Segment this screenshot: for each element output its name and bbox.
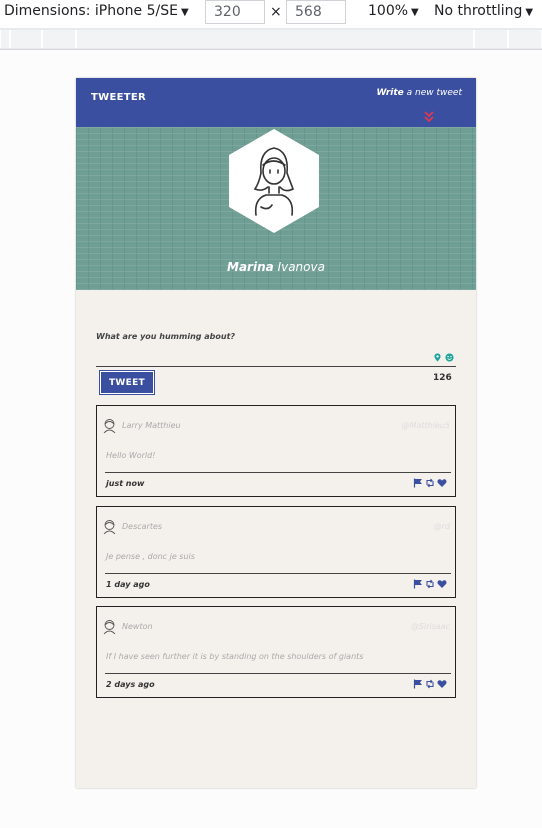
retweet-icon[interactable] [425,679,435,689]
tweet-author-handle[interactable]: @Matthieu5 [402,421,450,430]
tweet-author-handle[interactable]: @rd [434,522,450,531]
tweet-actions [413,679,447,689]
media-query-ruler[interactable] [0,28,542,50]
tweet-timestamp: 2 days ago [106,680,155,689]
height-input[interactable]: 568 [286,0,346,24]
zoom-dropdown[interactable]: 100% ▼ [368,3,419,19]
zoom-label: 100% [368,3,409,19]
user-avatar-icon [103,419,116,434]
tweet-divider [105,673,451,674]
map-pin-icon[interactable] [433,353,442,362]
brand-logo[interactable]: TWEETER [91,92,146,103]
devtools-toolbar: Dimensions: iPhone 5/SE ▼ 320 × 568 100% ▼… [0,0,542,28]
compose-tools [433,353,455,363]
tweet-card: Descartes @rd Je pense , donc je suis 1 … [96,506,456,598]
user-avatar-icon [103,620,116,635]
ruler-segment[interactable] [0,30,10,48]
ruler-segment[interactable] [508,30,542,48]
tweet-card: Newton @Sirisaac If I have seen further … [96,606,456,698]
device-dropdown-label: Dimensions: iPhone 5/SE [4,3,178,19]
width-input[interactable]: 320 [205,0,265,24]
flag-icon[interactable] [413,679,423,689]
caret-down-icon: ▼ [525,7,534,18]
navbar: TWEETER Write a new tweet [76,78,476,127]
tweet-author-handle[interactable]: @Sirisaac [411,622,450,631]
tweet-timestamp: just now [106,479,145,488]
device-viewport: TWEETER Write a new tweet Marina Ivanova… [76,78,476,788]
tweet-text: Hello World! [106,451,156,460]
profile-name: Marina Ivanova [76,260,476,274]
write-link-rest: a new tweet [403,88,462,98]
caret-down-icon: ▼ [411,7,419,18]
heart-icon[interactable] [437,478,447,488]
tweet-text: If I have seen further it is by standing… [106,652,364,661]
throttling-dropdown[interactable]: No throttling ▼ [434,3,533,19]
double-chevron-down-icon[interactable] [424,111,434,123]
compose-label: What are you humming about? [96,332,236,341]
tweet-timestamp: 1 day ago [106,580,150,589]
retweet-icon[interactable] [425,579,435,589]
profile-last-name: Ivanova [277,260,325,274]
tweet-author-name[interactable]: Newton [122,622,153,631]
char-count: 126 [433,373,452,383]
throttling-label: No throttling [434,3,523,19]
tweet-author-name[interactable]: Descartes [122,522,162,531]
compose-input[interactable] [96,343,456,367]
ruler-segment[interactable] [76,30,474,48]
times-symbol: × [270,4,282,20]
retweet-icon[interactable] [425,478,435,488]
flag-icon[interactable] [413,579,423,589]
tweet-actions [413,579,447,589]
tweet-card: Larry Matthieu @Matthieu5 Hello World! j… [96,405,456,497]
flag-icon[interactable] [413,478,423,488]
profile-first-name: Marina [227,260,274,274]
device-dropdown[interactable]: Dimensions: iPhone 5/SE ▼ [4,3,189,19]
tweet-divider [105,472,451,473]
ruler-segment[interactable] [474,30,508,48]
caret-down-icon: ▼ [180,7,189,18]
profile-avatar [229,129,319,233]
write-link-bold: Write [376,88,404,98]
tweet-author-name[interactable]: Larry Matthieu [122,421,181,430]
user-avatar-icon [103,520,116,535]
ruler-segment[interactable] [10,30,42,48]
write-tweet-link[interactable]: Write a new tweet [376,88,462,98]
tweet-text: Je pense , donc je suis [106,552,195,561]
tweet-button[interactable]: TWEET [99,370,155,395]
tweet-divider [105,573,451,574]
tweet-actions [413,478,447,488]
heart-icon[interactable] [437,679,447,689]
heart-icon[interactable] [437,579,447,589]
emoji-icon[interactable] [445,353,454,362]
profile-hero: Marina Ivanova [76,127,476,290]
ruler-segment[interactable] [42,30,76,48]
